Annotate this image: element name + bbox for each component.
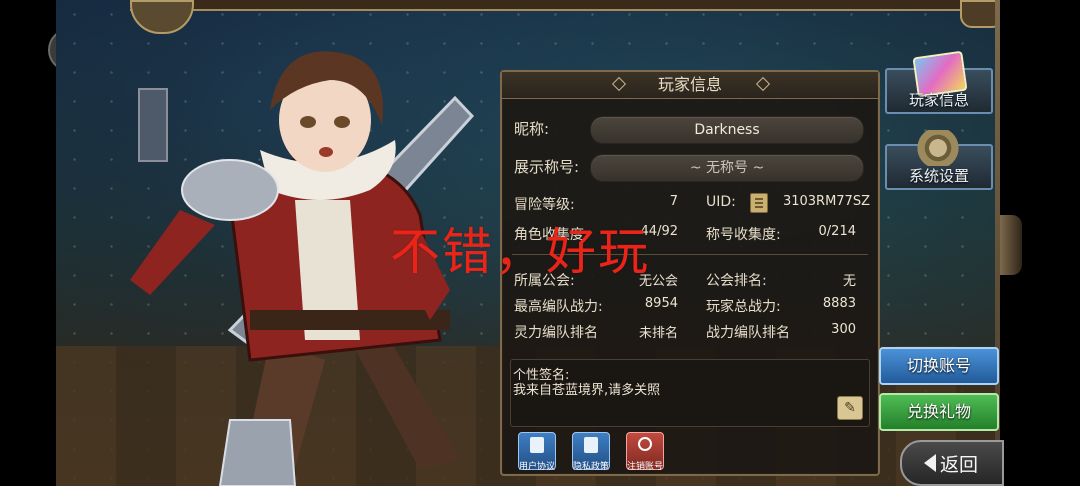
cancel-account-button[interactable]: 注销账号 xyxy=(626,432,664,472)
adventure-level-value: 7 xyxy=(669,194,678,209)
redeem-gift-button[interactable]: 兑换礼物 xyxy=(879,393,999,431)
title-collection-label: 称号收集度: xyxy=(706,227,781,243)
total-power-label: 玩家总战力: xyxy=(706,299,781,315)
back-button[interactable]: 返回 xyxy=(900,440,1004,486)
armored-boot xyxy=(218,419,297,486)
panel-title: 玩家信息 xyxy=(657,75,722,94)
pencil-icon[interactable]: ✎ xyxy=(837,396,863,420)
switch-account-button[interactable]: 切换账号 xyxy=(879,347,999,385)
player-info-tab[interactable]: 玩家信息 xyxy=(885,50,993,114)
adventure-level-label: 冒险等级: xyxy=(514,197,575,213)
privacy-policy-label: 隐私政策 xyxy=(572,462,609,472)
guild-rank-value: 无 xyxy=(842,274,856,289)
player-info-tab-label: 玩家信息 xyxy=(908,91,969,109)
user-agreement-button[interactable]: 用户协议 xyxy=(518,432,556,472)
uid-value: 3103RM77SZ xyxy=(782,194,870,209)
right-frame-ornament xyxy=(1000,215,1022,275)
gear-icon xyxy=(915,130,961,166)
spirit-team-rank-label: 灵力编队排名 xyxy=(514,325,598,341)
user-agreement-label: 用户协议 xyxy=(518,462,555,472)
mouth xyxy=(319,147,333,157)
power-team-rank-value: 300 xyxy=(831,322,856,337)
signature-box[interactable]: 个性签名: 我来自苍蓝境界,请多关照 ✎ xyxy=(510,359,870,427)
system-settings-tab-label: 系统设置 xyxy=(908,167,969,185)
guild-rank-label: 公会排名: xyxy=(706,273,767,289)
system-settings-tab[interactable]: 系统设置 xyxy=(885,130,993,190)
diamond-icon xyxy=(611,76,627,92)
game-screen: › xyxy=(0,0,1080,486)
shield-icon xyxy=(584,437,598,453)
power-icon xyxy=(638,437,652,451)
left-arm xyxy=(130,210,215,295)
overlay-caption: 不错，好玩 xyxy=(390,223,650,281)
right-leg xyxy=(350,340,460,470)
copy-icon[interactable] xyxy=(750,193,768,213)
document-icon xyxy=(530,437,544,453)
shoulder-armor xyxy=(181,159,279,221)
top-frame xyxy=(130,0,1000,11)
back-arrow-icon xyxy=(924,454,936,472)
max-team-power-label: 最高编队战力: xyxy=(514,299,603,315)
left-eye xyxy=(300,116,316,128)
right-eye xyxy=(334,116,350,128)
left-bezel: › xyxy=(0,0,92,486)
max-team-power-value: 8954 xyxy=(644,296,678,311)
cancel-account-label: 注销账号 xyxy=(626,462,663,472)
panel-header: 玩家信息 xyxy=(502,72,878,99)
total-power-value: 8883 xyxy=(822,296,856,311)
signature-text: 我来自苍蓝境界,请多关照 xyxy=(513,383,661,398)
display-title-field[interactable]: ~ 无称号 ~ xyxy=(590,154,864,182)
nickname-label: 昵称: xyxy=(514,120,550,138)
belt xyxy=(250,310,450,330)
title-collection-value: 0/214 xyxy=(818,224,856,239)
spirit-team-rank-value: 未排名 xyxy=(638,326,678,341)
nickname-field[interactable]: Darkness xyxy=(590,116,864,144)
power-team-rank-label: 战力编队排名 xyxy=(706,325,790,341)
display-title-label: 展示称号: xyxy=(514,158,580,176)
privacy-policy-button[interactable]: 隐私政策 xyxy=(572,432,610,472)
back-button-label: 返回 xyxy=(940,454,979,476)
uid-label: UID: xyxy=(706,194,736,210)
diamond-icon xyxy=(755,76,771,92)
